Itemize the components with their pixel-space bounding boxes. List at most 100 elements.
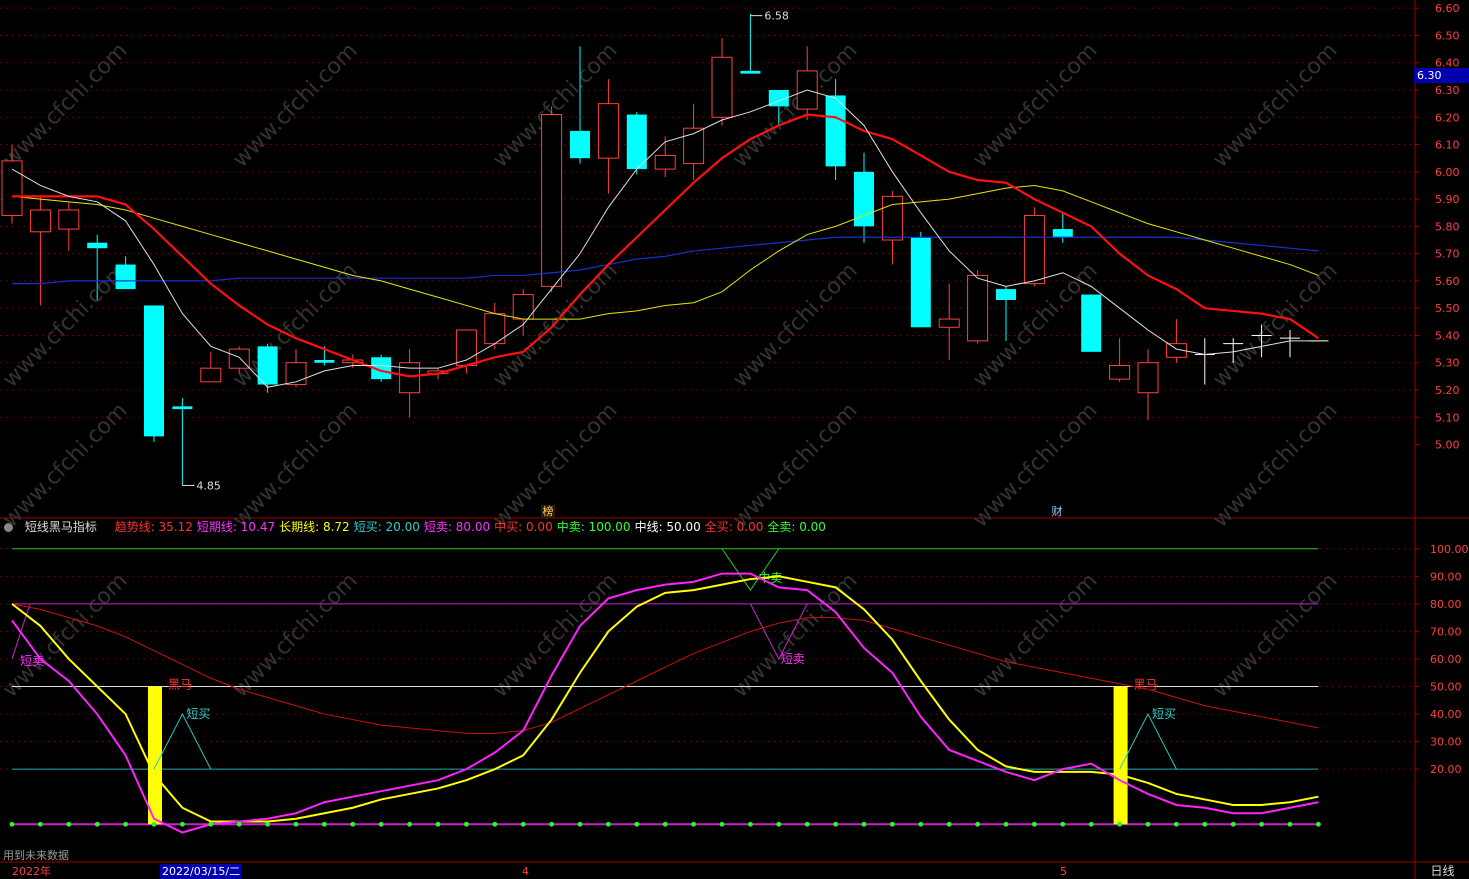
candle-body [597,103,619,159]
candle [683,103,705,180]
price-tick-label: 5.10 [1435,411,1460,424]
marker-label: 榜 [543,504,554,518]
candle [29,196,51,306]
candle [1137,349,1159,420]
indicator-tick-label: 80.00 [1430,598,1462,611]
watermark-text: www.cfchi.com [228,398,362,532]
candle [626,111,647,175]
candle [796,46,818,120]
zero-dot [378,821,384,827]
candle-body [1109,364,1131,380]
price-tick-label: 6.00 [1435,166,1460,179]
header-item: 短卖: 80.00 [423,520,491,534]
price-tick-label: 5.20 [1435,384,1460,397]
stock-chart[interactable]: www.cfchi.com www.cfchi.com www.cfchi.com w… [0,0,1469,879]
zero-dot [265,821,270,827]
indicator-tick-label: 20.00 [1430,763,1462,776]
zero-dot [975,821,980,827]
candle-body [740,70,761,74]
candle-body [1081,294,1102,352]
zero-dot [833,821,838,827]
candle [257,343,278,393]
candle-body [626,114,647,170]
zero-dot [1230,821,1236,827]
ma-white-line [11,89,1319,388]
zero-dot [208,821,214,827]
price-tick-label: 5.90 [1435,193,1460,206]
candle-body [314,360,335,363]
price-tick-label: 6.60 [1435,2,1460,15]
price-tick-label: 6.10 [1435,139,1460,152]
indicator-tick-label: 50.00 [1430,681,1462,694]
zero-dot [407,821,412,827]
ma-yellow-line [11,184,1319,320]
candle [399,349,421,418]
watermark-text: www.cfchi.com [1208,38,1342,172]
candle [711,38,733,126]
signal-label: 短卖 [20,654,44,668]
watermark-text: www.cfchi.com [488,568,622,702]
watermark-text: www.cfchi.com [488,398,622,532]
watermark-text: www.cfchi.com [1208,398,1342,532]
candle [1165,319,1187,363]
candle-body [881,195,903,241]
zero-dot [1060,821,1066,827]
zero-dot [123,821,128,827]
month-label-5: 5 [1060,865,1067,878]
zero-dot [435,821,441,827]
zero-dot [918,821,924,827]
candle [967,270,989,344]
watermark-text: www.cfchi.com [728,398,862,532]
candle-body [541,114,563,287]
candle-body [115,264,136,290]
zero-dot [662,821,668,827]
candle-body [285,362,307,386]
zero-dot [1174,821,1179,827]
header-item: 中卖: 100.00 [556,520,631,534]
candle [144,305,164,442]
low-label: 4.85 [196,479,221,492]
watermark-text: www.cfchi.com [968,38,1102,172]
date-axis: 2022年 2022/03/15/二 4 5 [0,864,1415,879]
zero-dot [1117,821,1122,827]
indicator-tick-label: 60.00 [1430,653,1462,666]
candle [58,201,80,251]
black-horse-bar [148,686,162,825]
price-tick-label: 5.30 [1435,357,1460,370]
header-item: 短期线: 10.47 [196,520,276,534]
candle-body [29,209,51,233]
price-tick-label: 5.40 [1435,329,1460,342]
zero-dot [1202,821,1208,827]
period-button[interactable]: 日线 [1416,863,1469,879]
zero-dot [549,821,554,827]
zero-dot [1145,821,1151,827]
indicator-tick-label: 30.00 [1430,736,1462,749]
candle [115,256,136,290]
zero-dot [38,821,43,827]
candle [910,231,931,328]
zero-dot [577,821,583,827]
current-price-tag: 6.30 [1414,68,1469,83]
price-tick-label: 6.20 [1435,111,1460,124]
zero-dot [180,821,185,827]
candle [1023,207,1045,287]
candle-body [58,209,80,230]
watermark-text: www.cfchi.com [228,38,362,172]
candle-body [825,95,846,167]
zero-dot [322,821,327,827]
candle-body [200,367,222,383]
indicator-name[interactable]: 短线黑马指标 [25,520,97,534]
zero-dot [350,821,356,827]
price-tick-label: 5.60 [1435,275,1460,288]
watermark-text: www.cfchi.com [0,398,133,532]
zero-dot [1003,821,1009,827]
indicator-toggle-icon[interactable] [4,523,13,532]
zero-dot [606,821,611,827]
watermark-text: www.cfchi.com [228,568,362,702]
high-label: 6.58 [764,10,789,23]
candle [597,79,619,194]
price-tick-label: 5.50 [1435,302,1460,315]
marker-label: 财 [1052,504,1063,518]
ma-blue-line [12,236,1319,285]
watermark-text: www.cfchi.com [0,258,133,392]
